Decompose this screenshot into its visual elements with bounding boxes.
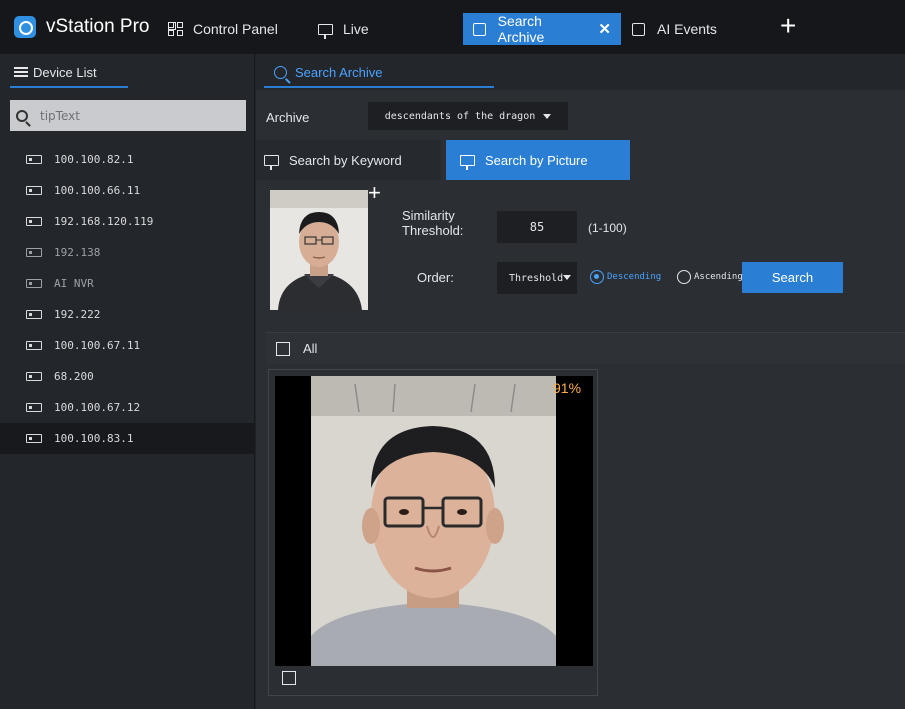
- ai-search-icon: [632, 22, 645, 36]
- device-offline-icon: [26, 279, 42, 288]
- grid-icon: [168, 22, 184, 36]
- device-item[interactable]: 192.222: [0, 299, 254, 330]
- search-icon: [16, 109, 28, 122]
- device-label: 192.168.120.119: [54, 215, 154, 228]
- archive-label: Archive: [266, 110, 310, 125]
- archive-dropdown[interactable]: descendants of the dragon: [368, 102, 568, 130]
- radio-checked-icon: [590, 270, 604, 284]
- order-dropdown[interactable]: Threshold: [497, 262, 577, 294]
- descending-label: Descending: [607, 272, 662, 282]
- device-label: 100.100.82.1: [54, 153, 134, 166]
- tab-live[interactable]: Live: [308, 13, 379, 45]
- device-label: AI NVR: [54, 277, 94, 290]
- tab-ai-events[interactable]: AI Events: [622, 13, 770, 45]
- device-item[interactable]: AI NVR: [0, 268, 254, 299]
- tab-search-archive-sub[interactable]: Search Archive: [264, 54, 494, 90]
- device-label: 68.200: [54, 370, 94, 383]
- app-logo: vStation Pro: [14, 14, 150, 40]
- device-icon: [26, 186, 42, 195]
- device-icon: [26, 310, 42, 319]
- tab-label: Live: [343, 21, 369, 37]
- device-item[interactable]: 100.100.82.1: [0, 144, 254, 175]
- order-value: Threshold: [509, 272, 564, 284]
- monitor-icon: [318, 23, 333, 39]
- result-card[interactable]: 91%: [268, 369, 598, 696]
- order-label: Order:: [417, 270, 454, 285]
- tab-label: AI Events: [657, 21, 717, 37]
- monitor-icon: [264, 154, 279, 170]
- add-tab-button[interactable]: +: [780, 12, 796, 40]
- similarity-score-badge: 91%: [553, 380, 582, 396]
- archive-value: descendants of the dragon: [384, 110, 536, 122]
- add-image-icon[interactable]: +: [368, 182, 381, 204]
- app-title: vStation Pro: [46, 16, 150, 37]
- device-icon: [26, 372, 42, 381]
- mode-keyword-label: Search by Keyword: [289, 152, 402, 168]
- result-face-photo: [275, 376, 593, 666]
- device-offline-icon: [26, 248, 42, 257]
- caret-down-icon: [563, 275, 571, 280]
- top-bar: vStation Pro Control Panel Live Search A…: [0, 0, 905, 54]
- main-panel: Search Archive Archive descendants of th…: [256, 54, 905, 709]
- list-icon: [14, 66, 28, 78]
- tab-search-archive[interactable]: Search Archive ✕: [463, 13, 621, 45]
- device-label: 192.222: [54, 308, 101, 321]
- descending-radio[interactable]: Descending: [590, 270, 661, 284]
- select-all-checkbox[interactable]: [276, 341, 290, 356]
- search-icon: [274, 65, 287, 79]
- caret-down-icon: [543, 113, 552, 119]
- sidebar: Device List 100.100.82.1 100.100.66.11 1…: [0, 54, 255, 709]
- tab-control-panel[interactable]: Control Panel: [158, 13, 288, 45]
- main-tab-label: Search Archive: [295, 64, 383, 80]
- similarity-range: (1-100): [588, 221, 627, 235]
- device-label: 192.138: [54, 246, 101, 259]
- sidebar-title: Device List: [33, 64, 97, 80]
- search-by-keyword-button[interactable]: Search by Keyword: [256, 140, 441, 180]
- similarity-threshold-input[interactable]: [497, 211, 577, 243]
- radio-unchecked-icon: [677, 270, 691, 284]
- sidebar-header[interactable]: Device List: [0, 54, 254, 90]
- vstation-logo-icon: [14, 16, 36, 38]
- device-icon: [26, 434, 42, 443]
- tab-label: Control Panel: [193, 21, 278, 37]
- tab-indicator: [264, 86, 494, 88]
- search-by-picture-button[interactable]: Search by Picture: [446, 140, 630, 180]
- main-tab-bar: Search Archive: [256, 54, 905, 90]
- device-icon: [26, 217, 42, 226]
- ai-search-icon: [473, 22, 486, 36]
- select-all-label: All: [303, 341, 318, 356]
- result-checkbox[interactable]: [282, 671, 296, 685]
- device-label: 100.100.67.12: [54, 401, 141, 414]
- device-item[interactable]: 100.100.67.12: [0, 392, 254, 423]
- mode-picture-label: Search by Picture: [485, 152, 588, 168]
- device-search-input[interactable]: [40, 108, 220, 123]
- close-icon[interactable]: ✕: [598, 20, 611, 38]
- device-item[interactable]: 192.138: [0, 237, 254, 268]
- search-button[interactable]: Search: [742, 262, 843, 293]
- select-all-bar: All: [266, 332, 905, 364]
- device-label: 100.100.83.1: [54, 432, 134, 445]
- device-search-box[interactable]: [10, 100, 246, 131]
- sidebar-tab-indicator: [10, 86, 128, 88]
- face-photo: [270, 190, 368, 310]
- device-item[interactable]: 100.100.67.11: [0, 330, 254, 361]
- monitor-icon: [460, 154, 475, 170]
- device-icon: [26, 403, 42, 412]
- device-item[interactable]: 68.200: [0, 361, 254, 392]
- ascending-radio[interactable]: Ascending: [677, 270, 743, 284]
- ascending-label: Ascending: [694, 272, 743, 282]
- device-label: 100.100.66.11: [54, 184, 141, 197]
- device-item-selected[interactable]: 100.100.83.1: [0, 423, 254, 454]
- device-icon: [26, 155, 42, 164]
- device-icon: [26, 341, 42, 350]
- device-list: 100.100.82.1 100.100.66.11 192.168.120.1…: [0, 144, 254, 454]
- device-item[interactable]: 100.100.66.11: [0, 175, 254, 206]
- tab-label: Search Archive: [497, 13, 545, 45]
- query-face-image[interactable]: [270, 190, 368, 310]
- device-item[interactable]: 192.168.120.119: [0, 206, 254, 237]
- device-label: 100.100.67.11: [54, 339, 141, 352]
- similarity-label: Similarity Threshold:: [402, 208, 464, 238]
